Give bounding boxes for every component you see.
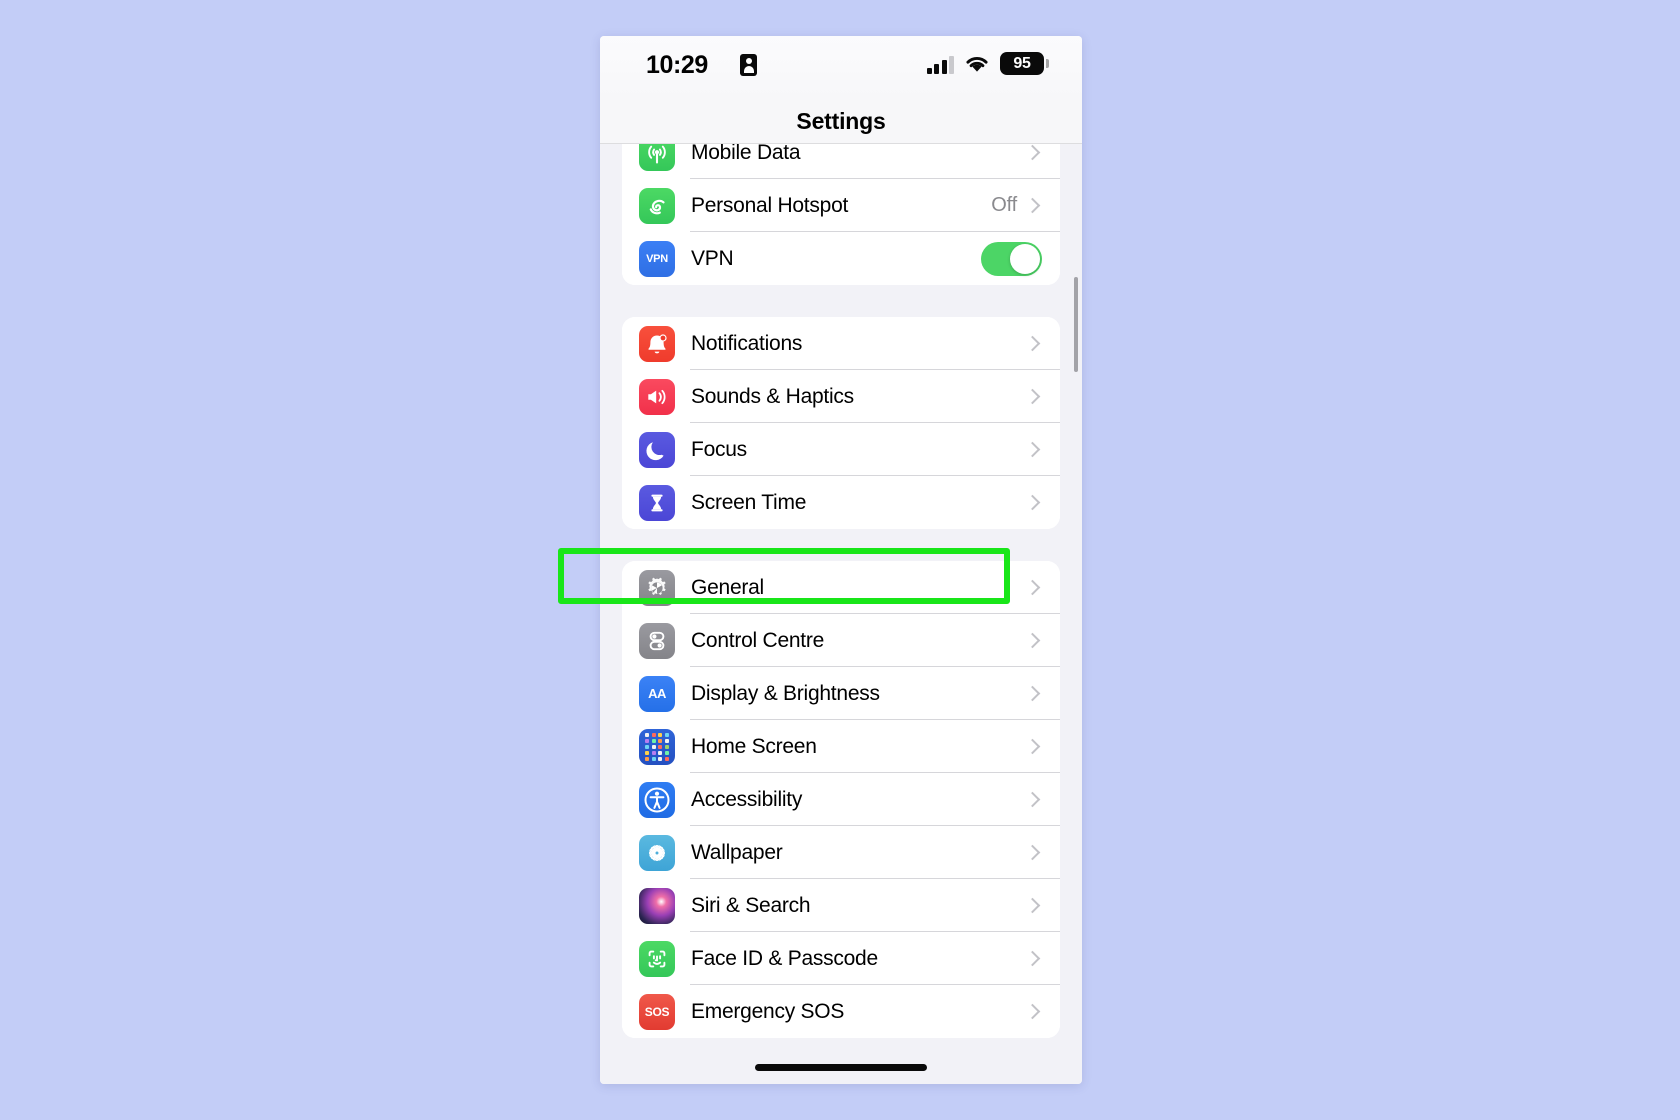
siri-search-icon — [639, 887, 675, 924]
general-gear-icon — [639, 569, 675, 606]
chevron-right-icon — [1024, 1003, 1041, 1020]
row-label: Notifications — [691, 331, 803, 355]
chevron-right-icon — [1024, 791, 1041, 808]
row-label: VPN — [691, 246, 734, 270]
settings-row-personal-hotspot[interactable]: Personal Hotspot Off — [622, 179, 1060, 232]
battery-indicator: 95 — [1000, 52, 1049, 75]
settings-row-control-centre[interactable]: Control Centre — [622, 614, 1060, 667]
vpn-icon: VPN — [639, 240, 675, 277]
chevron-right-icon — [1024, 388, 1041, 405]
row-label: Sounds & Haptics — [691, 384, 854, 408]
settings-row-general[interactable]: General — [622, 561, 1060, 614]
row-label: Display & Brightness — [691, 681, 880, 705]
chevron-right-icon — [1024, 579, 1041, 596]
row-label: Accessibility — [691, 787, 803, 811]
row-label: Mobile Data — [691, 144, 801, 164]
battery-percent: 95 — [1013, 54, 1031, 72]
settings-row-vpn[interactable]: VPN VPN — [622, 232, 1060, 285]
home-indicator — [755, 1064, 927, 1071]
chevron-right-icon — [1024, 441, 1041, 458]
chevron-right-icon — [1024, 685, 1041, 702]
row-label: Personal Hotspot — [691, 193, 849, 217]
person-badge-icon — [740, 54, 757, 76]
display-brightness-icon: AA — [639, 675, 675, 712]
focus-icon — [639, 431, 675, 468]
status-time: 10:29 — [646, 51, 708, 79]
chevron-right-icon — [1024, 197, 1041, 214]
accessibility-icon — [639, 781, 675, 818]
settings-group-system: General Control Centre AA Display & Bright… — [622, 561, 1060, 1038]
row-label: Siri & Search — [691, 893, 811, 917]
page-title: Settings — [796, 107, 886, 134]
face-id-passcode-icon — [639, 940, 675, 977]
wallpaper-icon — [639, 834, 675, 871]
settings-groups: Mobile Data Personal Hotspot Off VPN VPN No… — [600, 144, 1082, 1038]
scroll-indicator[interactable] — [1074, 277, 1078, 372]
control-centre-icon — [639, 622, 675, 659]
row-label: Focus — [691, 437, 747, 461]
chevron-right-icon — [1024, 897, 1041, 914]
settings-group-connectivity: Mobile Data Personal Hotspot Off VPN VPN — [622, 144, 1060, 285]
settings-row-focus[interactable]: Focus — [622, 423, 1060, 476]
settings-group-alerts: Notifications Sounds & Haptics Focus Scre… — [622, 317, 1060, 529]
settings-row-emergency-sos[interactable]: SOS Emergency SOS — [622, 985, 1060, 1038]
row-label: Home Screen — [691, 734, 817, 758]
row-label: Control Centre — [691, 628, 825, 652]
screen-time-icon — [639, 484, 675, 521]
settings-row-face-id-passcode[interactable]: Face ID & Passcode — [622, 932, 1060, 985]
mobile-data-icon — [639, 144, 675, 171]
status-bar: 10:29 95 — [600, 36, 1082, 98]
chevron-right-icon — [1024, 494, 1041, 511]
toggle-switch[interactable] — [981, 241, 1042, 276]
chevron-right-icon — [1024, 844, 1041, 861]
chevron-right-icon — [1024, 335, 1041, 352]
settings-row-notifications[interactable]: Notifications — [622, 317, 1060, 370]
row-label: Emergency SOS — [691, 999, 845, 1023]
settings-row-sounds-haptics[interactable]: Sounds & Haptics — [622, 370, 1060, 423]
chevron-right-icon — [1024, 738, 1041, 755]
cellular-bars-icon — [926, 54, 954, 74]
wifi-icon — [966, 56, 988, 72]
home-screen-icon — [639, 728, 675, 765]
chevron-right-icon — [1024, 632, 1041, 649]
row-value: Off — [991, 194, 1017, 216]
settings-row-wallpaper[interactable]: Wallpaper — [622, 826, 1060, 879]
settings-row-mobile-data[interactable]: Mobile Data — [622, 144, 1060, 179]
notifications-icon — [639, 325, 675, 362]
row-label: Wallpaper — [691, 840, 783, 864]
emergency-sos-icon: SOS — [639, 993, 675, 1030]
row-label: General — [691, 575, 764, 599]
iphone-frame: 10:29 95 Settings Mobile Data Personal H… — [600, 36, 1082, 1084]
chevron-right-icon — [1024, 950, 1041, 967]
toggle-knob — [1010, 243, 1040, 274]
row-label: Screen Time — [691, 490, 807, 514]
settings-row-siri-search[interactable]: Siri & Search — [622, 879, 1060, 932]
settings-row-screen-time[interactable]: Screen Time — [622, 476, 1060, 529]
chevron-right-icon — [1024, 144, 1041, 161]
settings-row-home-screen[interactable]: Home Screen — [622, 720, 1060, 773]
settings-row-accessibility[interactable]: Accessibility — [622, 773, 1060, 826]
settings-scroll-view[interactable]: Mobile Data Personal Hotspot Off VPN VPN No… — [600, 144, 1082, 1084]
settings-row-display-brightness[interactable]: AA Display & Brightness — [622, 667, 1060, 720]
status-bar-right: 95 — [926, 52, 1049, 75]
personal-hotspot-icon — [639, 187, 675, 224]
navigation-bar: Settings — [600, 98, 1082, 144]
row-label: Face ID & Passcode — [691, 946, 878, 970]
sounds-haptics-icon — [639, 378, 675, 415]
